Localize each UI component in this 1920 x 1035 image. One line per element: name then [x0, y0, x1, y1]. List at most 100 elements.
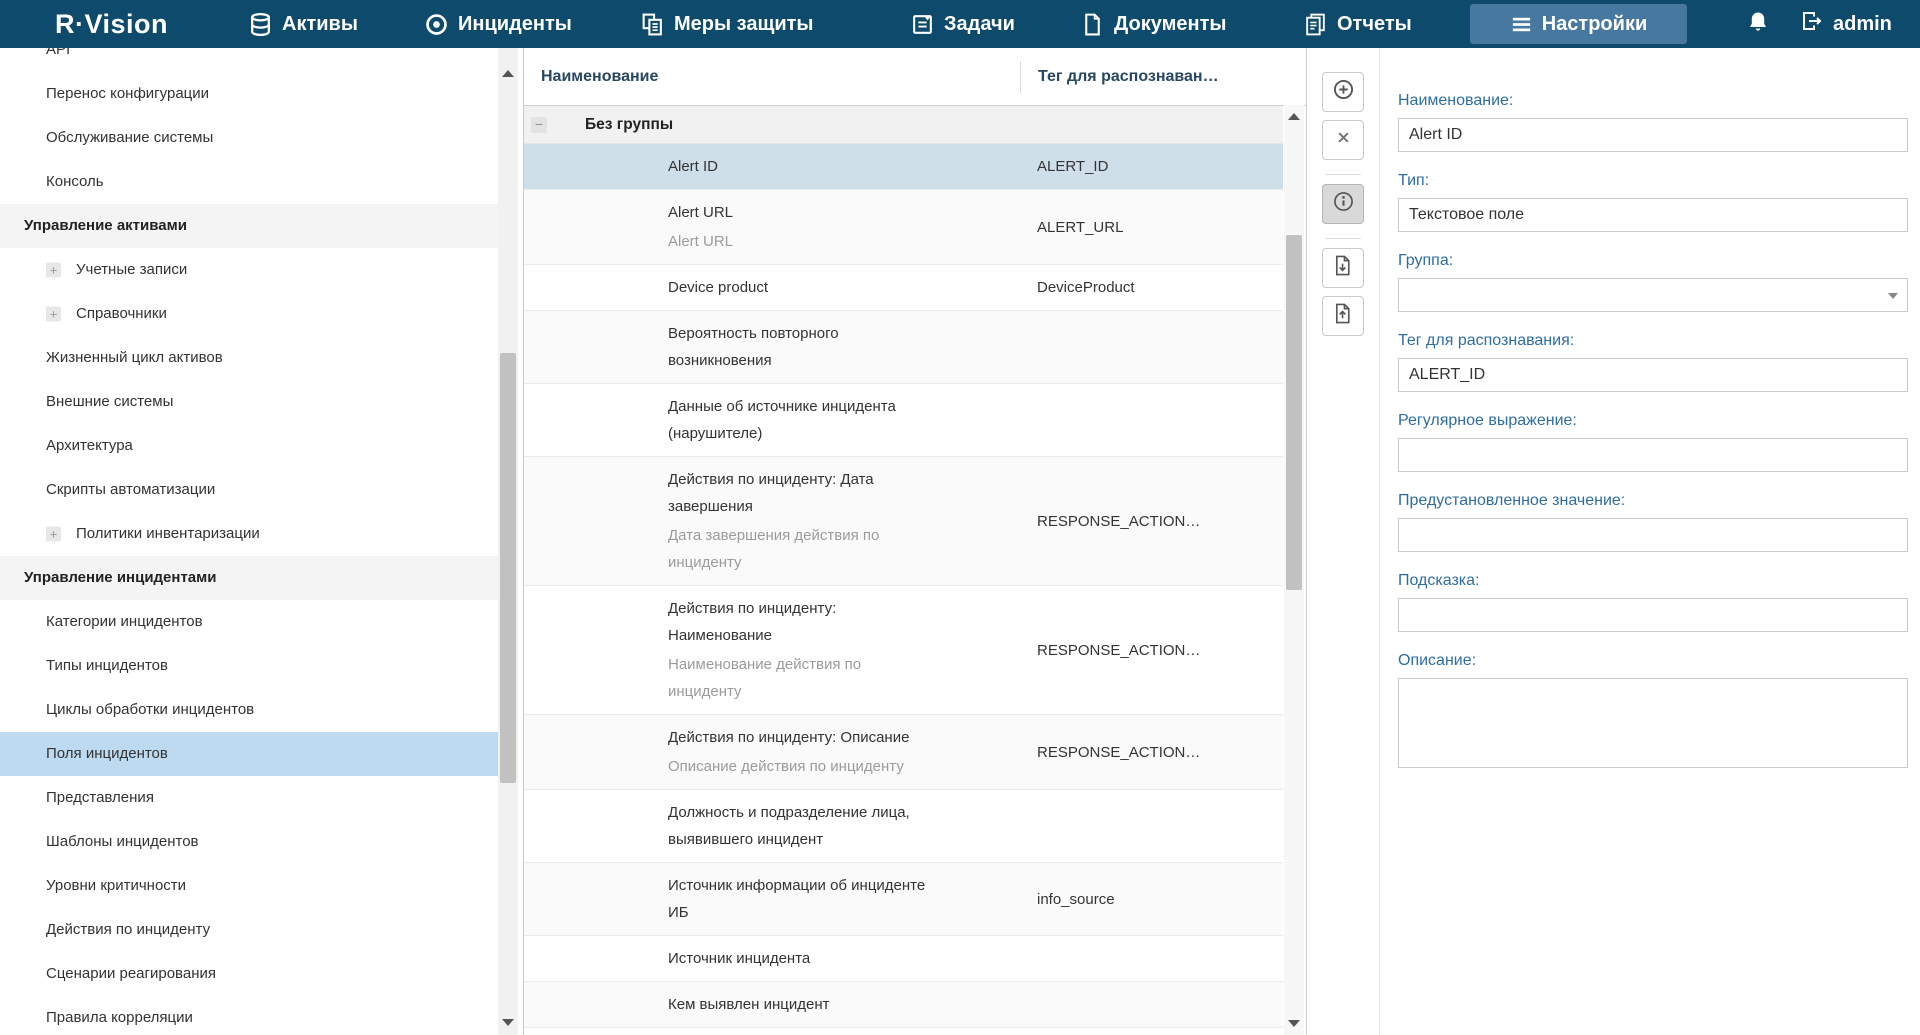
column-header-tag[interactable]: Тег для распознаван… [1020, 61, 1306, 93]
sidebar-item-criticality-levels[interactable]: Уровни критичности [0, 864, 498, 908]
name-field[interactable] [1398, 118, 1908, 152]
expand-plus-icon[interactable]: + [46, 263, 61, 278]
scroll-up-arrow-icon[interactable] [502, 70, 514, 77]
nav-item-protection-measures[interactable]: Меры защиты [640, 0, 813, 48]
table-row[interactable]: Вероятность повторного возникновения [524, 311, 1283, 384]
field-subtitle: Дата завершения действия по инциденту [668, 522, 918, 576]
nav-item-reports[interactable]: Отчеты [1303, 0, 1412, 48]
group-label: Без группы [585, 116, 673, 134]
notifications-button[interactable] [1746, 0, 1770, 48]
group-row-no-group[interactable]: − Без группы [524, 106, 1283, 144]
table-scrollbar[interactable] [1284, 105, 1304, 1035]
sidebar-item-label: Правила корреляции [46, 1009, 193, 1026]
column-header-name[interactable]: Наименование [524, 68, 1020, 86]
sidebar-item-incident-fields-selected[interactable]: Поля инцидентов [0, 732, 498, 776]
sidebar-item-incident-templates[interactable]: Шаблоны инцидентов [0, 820, 498, 864]
nav-item-label: Настройки [1542, 13, 1648, 36]
import-fields-button[interactable] [1322, 248, 1364, 288]
scroll-down-arrow-icon[interactable] [1288, 1020, 1300, 1027]
regex-field[interactable] [1398, 438, 1908, 472]
sidebar-item-external-systems[interactable]: Внешние системы [0, 380, 498, 424]
sidebar-item-asset-lifecycle[interactable]: Жизненный цикл активов [0, 336, 498, 380]
sidebar-item-views[interactable]: Представления [0, 776, 498, 820]
sidebar-item-incident-types[interactable]: Типы инцидентов [0, 644, 498, 688]
nav-item-tasks[interactable]: Задачи [910, 0, 1015, 48]
sidebar-scrollbar-thumb[interactable] [500, 353, 516, 783]
default-value-field[interactable] [1398, 518, 1908, 552]
field-name: Кем выявлен инцидент [668, 991, 933, 1018]
table-scrollbar-thumb[interactable] [1286, 235, 1302, 590]
table-row[interactable]: Кем выявлен инцидент [524, 982, 1283, 1028]
nav-item-incidents[interactable]: Инциденты [424, 0, 572, 48]
nav-item-documents[interactable]: Документы [1080, 0, 1226, 48]
remove-field-button[interactable] [1322, 120, 1364, 160]
group-select[interactable] [1398, 278, 1908, 312]
sidebar-item-correlation-rules[interactable]: Правила корреляции [0, 996, 498, 1035]
reports-icon [1303, 12, 1328, 37]
sidebar-item-label: Поля инцидентов [46, 745, 168, 762]
sidebar-item-accounts[interactable]: + Учетные записи [0, 248, 498, 292]
add-field-button[interactable] [1322, 72, 1364, 112]
nav-item-label: Инциденты [458, 13, 572, 36]
sidebar-item-label: Перенос конфигурации [46, 85, 209, 102]
expand-plus-icon[interactable]: + [46, 527, 61, 542]
description-textarea[interactable] [1398, 678, 1908, 768]
sidebar-item-config-transfer[interactable]: Перенос конфигурации [0, 72, 498, 116]
table-row[interactable]: Alert ID ALERT_ID [524, 144, 1283, 190]
plus-circle-icon [1332, 78, 1355, 106]
sidebar-item-label: Шаблоны инцидентов [46, 833, 199, 850]
sidebar-item-directories[interactable]: + Справочники [0, 292, 498, 336]
table-row[interactable]: Источник инцидента [524, 936, 1283, 982]
table-row[interactable]: Должность и подразделение лица, выявивше… [524, 790, 1283, 863]
group-select-input[interactable] [1398, 278, 1908, 312]
form-label-name: Наименование: [1398, 92, 1908, 110]
sidebar-item-system-maintenance[interactable]: Обслуживание системы [0, 116, 498, 160]
sidebar-item-api[interactable]: API [0, 48, 498, 72]
table-row[interactable]: Device product DeviceProduct [524, 265, 1283, 311]
nav-item-label: Активы [282, 13, 358, 36]
user-menu[interactable]: admin [1800, 0, 1892, 48]
collapse-minus-icon[interactable]: − [531, 117, 547, 133]
sidebar-item-incident-actions[interactable]: Действия по инциденту [0, 908, 498, 952]
export-fields-button[interactable] [1322, 296, 1364, 336]
form-label-hint: Подсказка: [1398, 572, 1908, 590]
field-details-form: Наименование: Тип: Группа: Тег для распо… [1380, 48, 1920, 1035]
field-subtitle: Наименование действия по инциденту [668, 651, 918, 705]
sidebar-item-automation-scripts[interactable]: Скрипты автоматизации [0, 468, 498, 512]
logout-icon [1800, 9, 1824, 39]
table-row[interactable]: Источник информации об инциденте ИБ info… [524, 863, 1283, 936]
expand-plus-icon[interactable]: + [46, 307, 61, 322]
field-name: Данные об источнике инцидента (нарушител… [668, 393, 933, 447]
field-info-button-active[interactable] [1322, 184, 1364, 224]
scroll-up-arrow-icon[interactable] [1288, 113, 1300, 120]
sidebar-item-response-scenarios[interactable]: Сценарии реагирования [0, 952, 498, 996]
recognition-tag-field[interactable] [1398, 358, 1908, 392]
nav-item-assets[interactable]: Активы [248, 0, 358, 48]
field-subtitle: Alert URL [668, 228, 918, 255]
form-label-description: Описание: [1398, 652, 1908, 670]
sidebar-item-incident-workflows[interactable]: Циклы обработки инцидентов [0, 688, 498, 732]
sidebar-scrollbar[interactable] [498, 48, 518, 1035]
scroll-down-arrow-icon[interactable] [502, 1019, 514, 1026]
table-row[interactable]: Действия по инциденту: Дата завершения Д… [524, 457, 1283, 586]
hint-field[interactable] [1398, 598, 1908, 632]
nav-item-settings-active[interactable]: Настройки [1470, 4, 1687, 44]
field-name: Alert URL [668, 199, 933, 226]
sidebar-item-label: Архитектура [46, 437, 133, 454]
sidebar-item-inventory-policies[interactable]: + Политики инвентаризации [0, 512, 498, 556]
table-row[interactable]: Действия по инциденту: Описание Описание… [524, 715, 1283, 790]
close-x-icon [1334, 128, 1353, 152]
field-name: Должность и подразделение лица, выявивше… [668, 799, 933, 853]
table-rows: Alert ID ALERT_ID Alert URL Alert URL AL… [524, 144, 1283, 1028]
sidebar-item-console[interactable]: Консоль [0, 160, 498, 204]
documents-icon [1080, 12, 1105, 37]
table-row[interactable]: Действия по инциденту: Наименование Наим… [524, 586, 1283, 715]
rvision-logo[interactable]: R·Vision [55, 0, 168, 48]
field-tag: ALERT_URL [1037, 190, 1283, 264]
chevron-down-icon[interactable] [1888, 293, 1898, 299]
sidebar-item-incident-categories[interactable]: Категории инцидентов [0, 600, 498, 644]
sidebar-item-architecture[interactable]: Архитектура [0, 424, 498, 468]
table-row[interactable]: Данные об источнике инцидента (нарушител… [524, 384, 1283, 457]
type-field[interactable] [1398, 198, 1908, 232]
table-row[interactable]: Alert URL Alert URL ALERT_URL [524, 190, 1283, 265]
